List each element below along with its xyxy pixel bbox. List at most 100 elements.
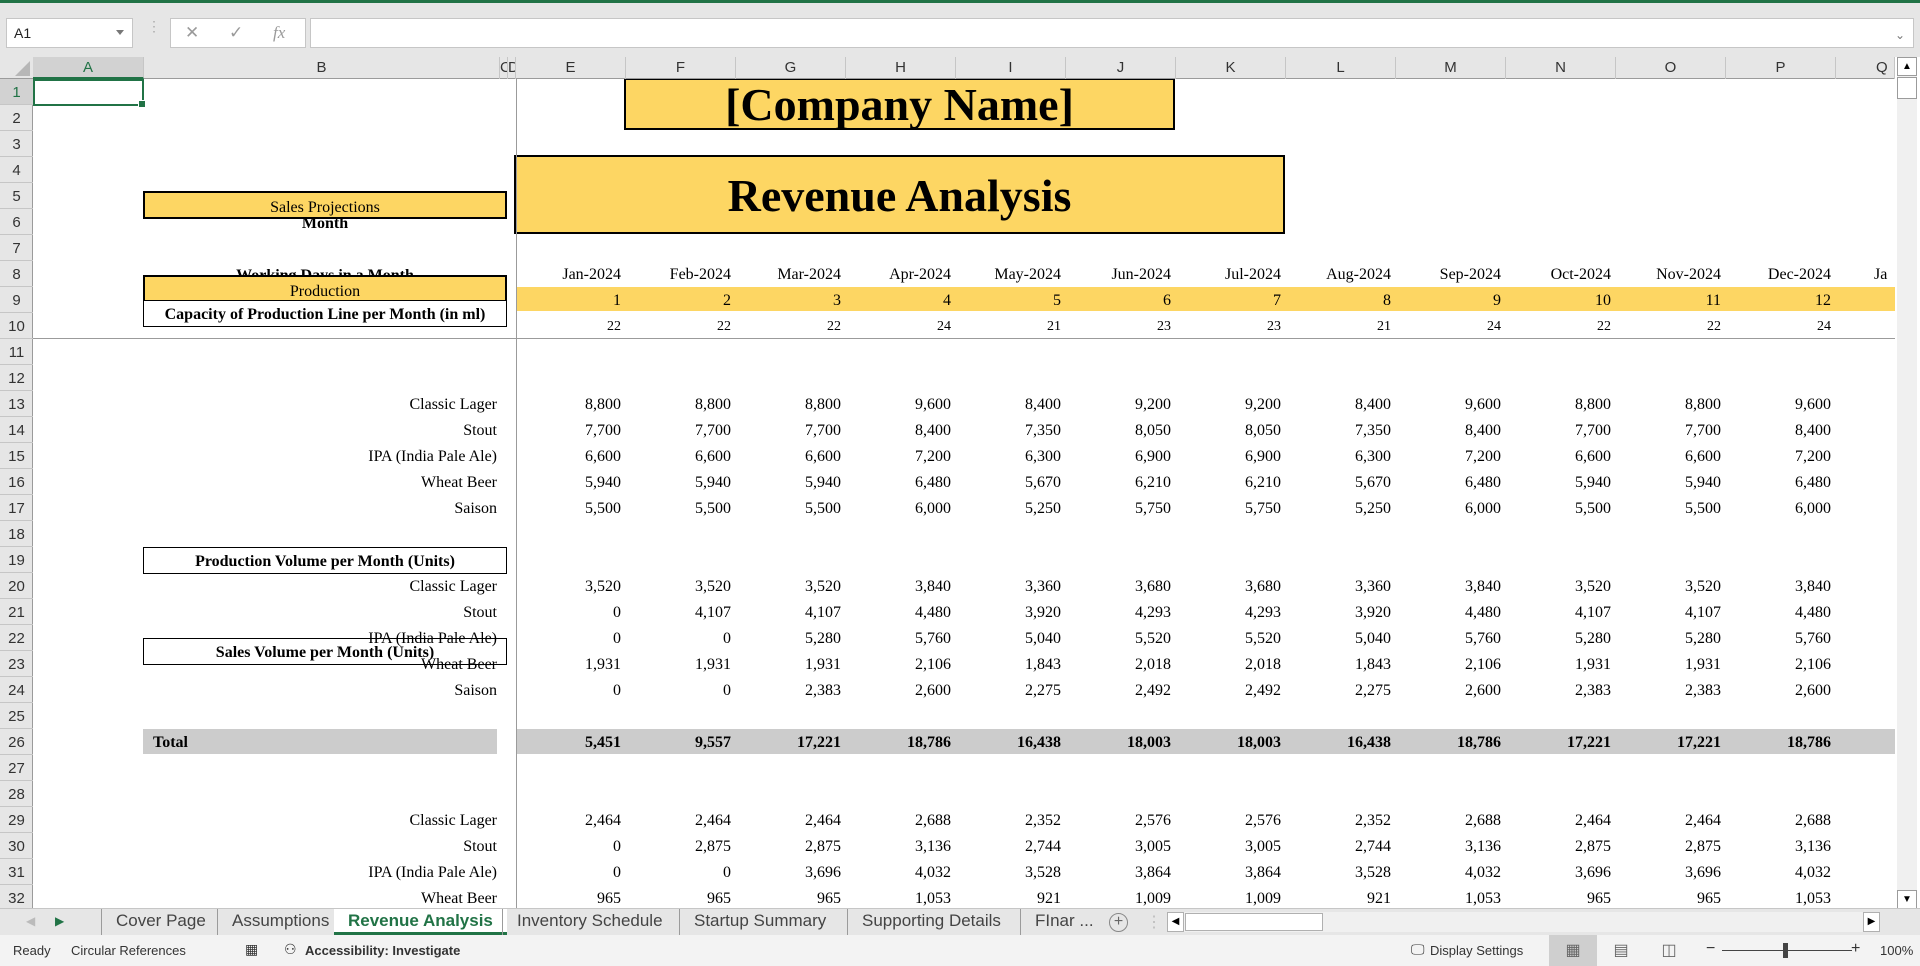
table-cell[interactable]: 5,940 xyxy=(516,469,626,495)
column-header-f[interactable]: F xyxy=(626,57,736,79)
table-cell[interactable]: 5,760 xyxy=(1726,625,1836,651)
table-cell[interactable]: 22 xyxy=(626,313,736,339)
table-cell[interactable]: 6,210 xyxy=(1176,469,1286,495)
table-cell[interactable]: 24 xyxy=(1396,313,1506,339)
table-cell[interactable]: 23 xyxy=(1066,313,1176,339)
column-header-e[interactable]: E xyxy=(516,57,626,79)
table-cell[interactable]: 9,200 xyxy=(1176,391,1286,417)
table-cell[interactable]: 24 xyxy=(846,313,956,339)
table-cell[interactable]: 3,520 xyxy=(516,573,626,599)
row-header-4[interactable]: 4 xyxy=(0,157,33,183)
table-cell[interactable]: 2,688 xyxy=(1396,807,1506,833)
table-cell[interactable]: 3,920 xyxy=(1286,599,1396,625)
table-cell[interactable]: 2,383 xyxy=(1616,677,1726,703)
table-cell[interactable]: Sep-2024 xyxy=(1396,261,1506,287)
table-cell[interactable]: 18,003 xyxy=(1176,729,1286,755)
sheet-tab-revenue-analysis[interactable]: Revenue Analysis xyxy=(334,909,507,935)
column-header-b[interactable]: B xyxy=(144,57,500,79)
table-cell[interactable]: 23 xyxy=(1176,313,1286,339)
table-cell[interactable]: 1,931 xyxy=(1616,651,1726,677)
table-cell[interactable]: 4,107 xyxy=(626,599,736,625)
row-header-12[interactable]: 12 xyxy=(0,365,33,391)
table-cell[interactable]: 9,600 xyxy=(846,391,956,417)
table-cell[interactable]: 17,221 xyxy=(736,729,846,755)
table-cell[interactable]: 6,600 xyxy=(1506,443,1616,469)
row-header-31[interactable]: 31 xyxy=(0,859,33,885)
table-cell[interactable]: 10 xyxy=(1506,287,1616,313)
row-header-14[interactable]: 14 xyxy=(0,417,33,443)
table-cell[interactable]: 5,250 xyxy=(1286,495,1396,521)
table-cell[interactable]: 16,438 xyxy=(1286,729,1396,755)
table-cell[interactable]: 8,800 xyxy=(1506,391,1616,417)
table-cell[interactable]: 3,696 xyxy=(736,859,846,885)
table-cell[interactable]: 3,005 xyxy=(1176,833,1286,859)
table-cell[interactable]: 5,670 xyxy=(1286,469,1396,495)
insert-function-icon[interactable]: fx xyxy=(273,23,285,43)
table-cell[interactable]: 9,600 xyxy=(1396,391,1506,417)
table-cell[interactable]: 4 xyxy=(846,287,956,313)
page-break-preview-icon[interactable]: ◫ xyxy=(1645,935,1693,966)
cancel-icon[interactable]: ✕ xyxy=(185,23,199,43)
row-header-25[interactable]: 25 xyxy=(0,703,33,729)
table-cell[interactable]: 9,557 xyxy=(626,729,736,755)
selected-cell-a1[interactable] xyxy=(33,79,146,108)
vertical-scrollbar[interactable]: ▲ ▼ xyxy=(1897,57,1917,909)
table-cell[interactable]: 3,528 xyxy=(1286,859,1396,885)
table-cell[interactable]: 3,520 xyxy=(1506,573,1616,599)
formula-bar-resize-handle-icon[interactable]: ⋮ xyxy=(147,19,161,33)
tab-scroll-left-icon[interactable]: ◀ xyxy=(26,914,35,928)
table-cell[interactable]: 1 xyxy=(516,287,626,313)
tab-scroll-right-icon[interactable]: ▶ xyxy=(55,914,64,928)
table-cell[interactable]: 3,864 xyxy=(1176,859,1286,885)
table-cell[interactable]: 3,520 xyxy=(1616,573,1726,599)
table-cell[interactable]: 7,350 xyxy=(956,417,1066,443)
table-cell[interactable]: 7,200 xyxy=(1726,443,1836,469)
table-cell[interactable]: 3,840 xyxy=(846,573,956,599)
table-cell[interactable]: 4,032 xyxy=(846,859,956,885)
table-cell[interactable]: 4,480 xyxy=(1396,599,1506,625)
table-cell[interactable]: 2,018 xyxy=(1176,651,1286,677)
table-cell[interactable]: 5,280 xyxy=(1506,625,1616,651)
table-cell[interactable]: 1,843 xyxy=(1286,651,1396,677)
table-cell[interactable]: 2,464 xyxy=(1506,807,1616,833)
table-cell[interactable]: 4,032 xyxy=(1726,859,1836,885)
table-cell[interactable]: 6,900 xyxy=(1176,443,1286,469)
table-cell[interactable]: 5,760 xyxy=(846,625,956,651)
table-cell[interactable]: 2,275 xyxy=(956,677,1066,703)
scroll-down-icon[interactable]: ▼ xyxy=(1897,890,1917,909)
table-cell[interactable]: 3,360 xyxy=(1286,573,1396,599)
table-cell[interactable]: 17,221 xyxy=(1616,729,1726,755)
table-cell[interactable]: 3,005 xyxy=(1066,833,1176,859)
table-cell[interactable]: 11 xyxy=(1616,287,1726,313)
table-cell[interactable]: 17,221 xyxy=(1506,729,1616,755)
table-cell[interactable]: 5 xyxy=(956,287,1066,313)
table-cell[interactable]: 3,680 xyxy=(1066,573,1176,599)
table-cell[interactable]: 5,750 xyxy=(1176,495,1286,521)
table-cell[interactable]: 21 xyxy=(956,313,1066,339)
table-cell[interactable]: 22 xyxy=(516,313,626,339)
table-cell[interactable]: 2,275 xyxy=(1286,677,1396,703)
table-cell[interactable]: 0 xyxy=(516,599,626,625)
table-cell[interactable]: Apr-2024 xyxy=(846,261,956,287)
sheet-tab-cover-page[interactable]: Cover Page xyxy=(101,909,220,935)
table-cell[interactable]: 8,400 xyxy=(1396,417,1506,443)
table-cell[interactable]: 4,107 xyxy=(1506,599,1616,625)
table-cell[interactable]: Nov-2024 xyxy=(1616,261,1726,287)
zoom-out-icon[interactable]: − xyxy=(1706,940,1715,958)
table-cell[interactable]: 18,786 xyxy=(1396,729,1506,755)
table-cell[interactable]: 2,464 xyxy=(1616,807,1726,833)
table-cell[interactable]: 2,744 xyxy=(956,833,1066,859)
table-cell[interactable]: 3,840 xyxy=(1396,573,1506,599)
table-cell[interactable]: 3,136 xyxy=(1396,833,1506,859)
table-cell[interactable]: 3,864 xyxy=(1066,859,1176,885)
table-cell[interactable]: 6,000 xyxy=(1726,495,1836,521)
column-header-k[interactable]: K xyxy=(1176,57,1286,79)
row-header-22[interactable]: 22 xyxy=(0,625,33,651)
table-cell[interactable]: Mar-2024 xyxy=(736,261,846,287)
row-header-20[interactable]: 20 xyxy=(0,573,33,599)
row-header-24[interactable]: 24 xyxy=(0,677,33,703)
table-cell[interactable]: 2,600 xyxy=(846,677,956,703)
table-cell[interactable]: 5,520 xyxy=(1176,625,1286,651)
name-box[interactable]: A1 xyxy=(6,18,133,48)
table-cell[interactable]: 6,210 xyxy=(1066,469,1176,495)
